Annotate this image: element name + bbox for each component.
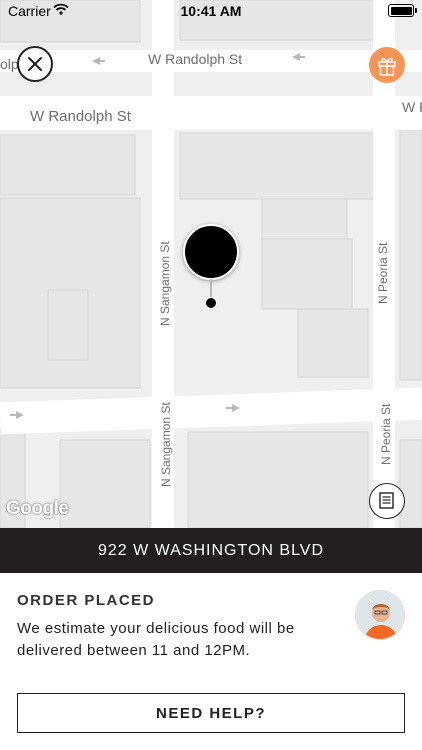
receipt-icon xyxy=(379,492,394,509)
street-label: olp xyxy=(0,56,19,72)
delivery-address: 922 W WASHINGTON BLVD xyxy=(0,528,422,573)
street-label: W Randolph St xyxy=(148,51,243,67)
gift-icon xyxy=(378,57,396,76)
order-status-message: We estimate your delicious food will be … xyxy=(17,620,295,659)
street-label: N Sangamon St xyxy=(159,402,173,487)
street-label: N Sangamon St xyxy=(158,241,172,326)
close-button[interactable] xyxy=(17,46,53,82)
pin-point xyxy=(205,297,217,309)
street-label: N Peoria St xyxy=(376,242,390,304)
status-bar: Carrier 10:41 AM xyxy=(0,0,422,22)
clock: 10:41 AM xyxy=(180,3,242,19)
battery-icon xyxy=(388,4,417,17)
order-status-title: ORDER PLACED xyxy=(17,592,156,609)
street-label: W Randolph St xyxy=(30,108,131,125)
street-label: N Peoria St xyxy=(379,403,393,465)
receipt-button[interactable] xyxy=(369,483,405,519)
location-pin-icon xyxy=(183,224,239,280)
gift-button[interactable] xyxy=(369,47,405,83)
google-attribution[interactable]: Google xyxy=(6,498,69,520)
delivery-map[interactable]: olp W Randolph St W Randolph St W R N Sa… xyxy=(0,0,422,528)
courier-avatar xyxy=(355,590,405,640)
street-label: W R xyxy=(402,99,422,115)
close-icon xyxy=(28,57,42,71)
need-help-button[interactable]: NEED HELP? xyxy=(17,693,405,733)
